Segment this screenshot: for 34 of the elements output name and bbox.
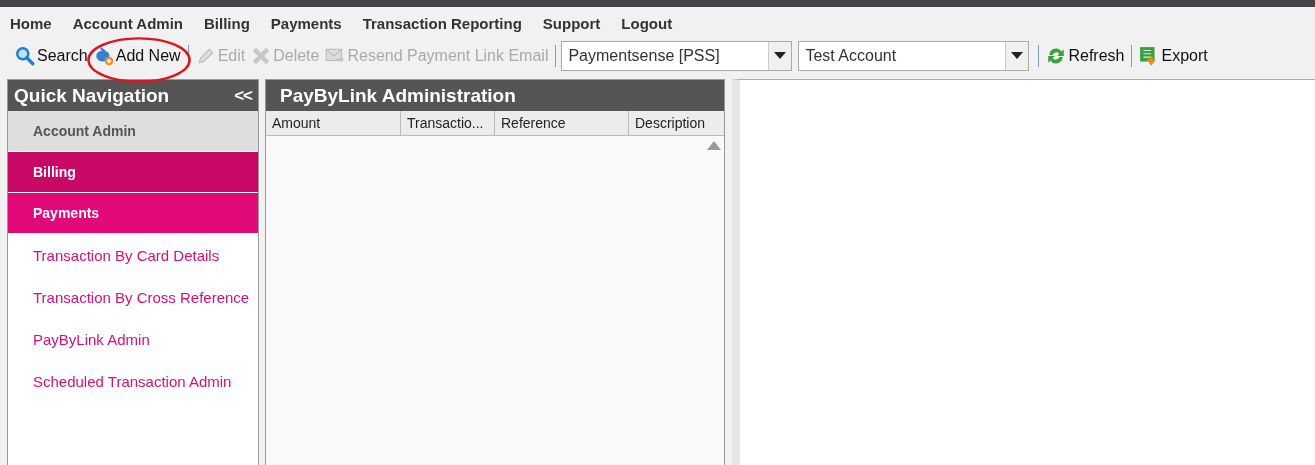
caret-icon xyxy=(1011,52,1024,60)
toolbar-button[interactable]: Search xyxy=(13,46,90,66)
menu-item[interactable]: Payments xyxy=(270,15,342,32)
dropdown[interactable]: Paymentsense [PSS] xyxy=(561,41,793,71)
add-icon xyxy=(93,46,114,66)
nav-link[interactable]: Transaction By Card Details xyxy=(8,234,258,276)
menu-item[interactable]: Transaction Reporting xyxy=(362,15,522,32)
column-header[interactable]: Description xyxy=(629,111,706,135)
delete-icon xyxy=(251,46,272,66)
menu-item[interactable]: Account Admin xyxy=(72,15,183,32)
search-icon xyxy=(15,46,35,66)
column-header[interactable]: Amount xyxy=(266,111,401,135)
menu-item[interactable]: Logout xyxy=(621,15,673,32)
nav-group[interactable]: Payments xyxy=(8,193,258,234)
panel-title: PayByLink Administration xyxy=(280,84,516,107)
nav-link[interactable]: Transaction By Cross Reference xyxy=(8,276,258,318)
pencil-icon xyxy=(195,46,216,66)
column-header[interactable]: Transactio... xyxy=(401,111,495,135)
nav-group[interactable]: Billing xyxy=(8,152,258,193)
scroll-up-icon[interactable] xyxy=(707,141,721,150)
refresh-icon xyxy=(1046,46,1067,66)
toolbar-button[interactable]: Export xyxy=(1137,46,1210,66)
nav-link[interactable]: Scheduled Transaction Admin xyxy=(8,360,258,402)
menu-item[interactable]: Support xyxy=(542,15,601,32)
nav-link[interactable]: PayByLink Admin xyxy=(8,318,258,360)
nav-group[interactable]: Account Admin xyxy=(8,111,258,152)
toolbar-button[interactable]: Refresh xyxy=(1044,46,1127,66)
menu-item[interactable]: Billing xyxy=(203,15,250,32)
sidebar-title: Quick Navigation xyxy=(14,84,170,107)
dropdown[interactable]: Test Account xyxy=(798,41,1030,71)
collapse-button[interactable]: << xyxy=(234,85,252,106)
column-header[interactable]: Reference xyxy=(495,111,629,135)
menu-item[interactable]: Home xyxy=(10,15,52,32)
caret-icon xyxy=(774,52,787,60)
